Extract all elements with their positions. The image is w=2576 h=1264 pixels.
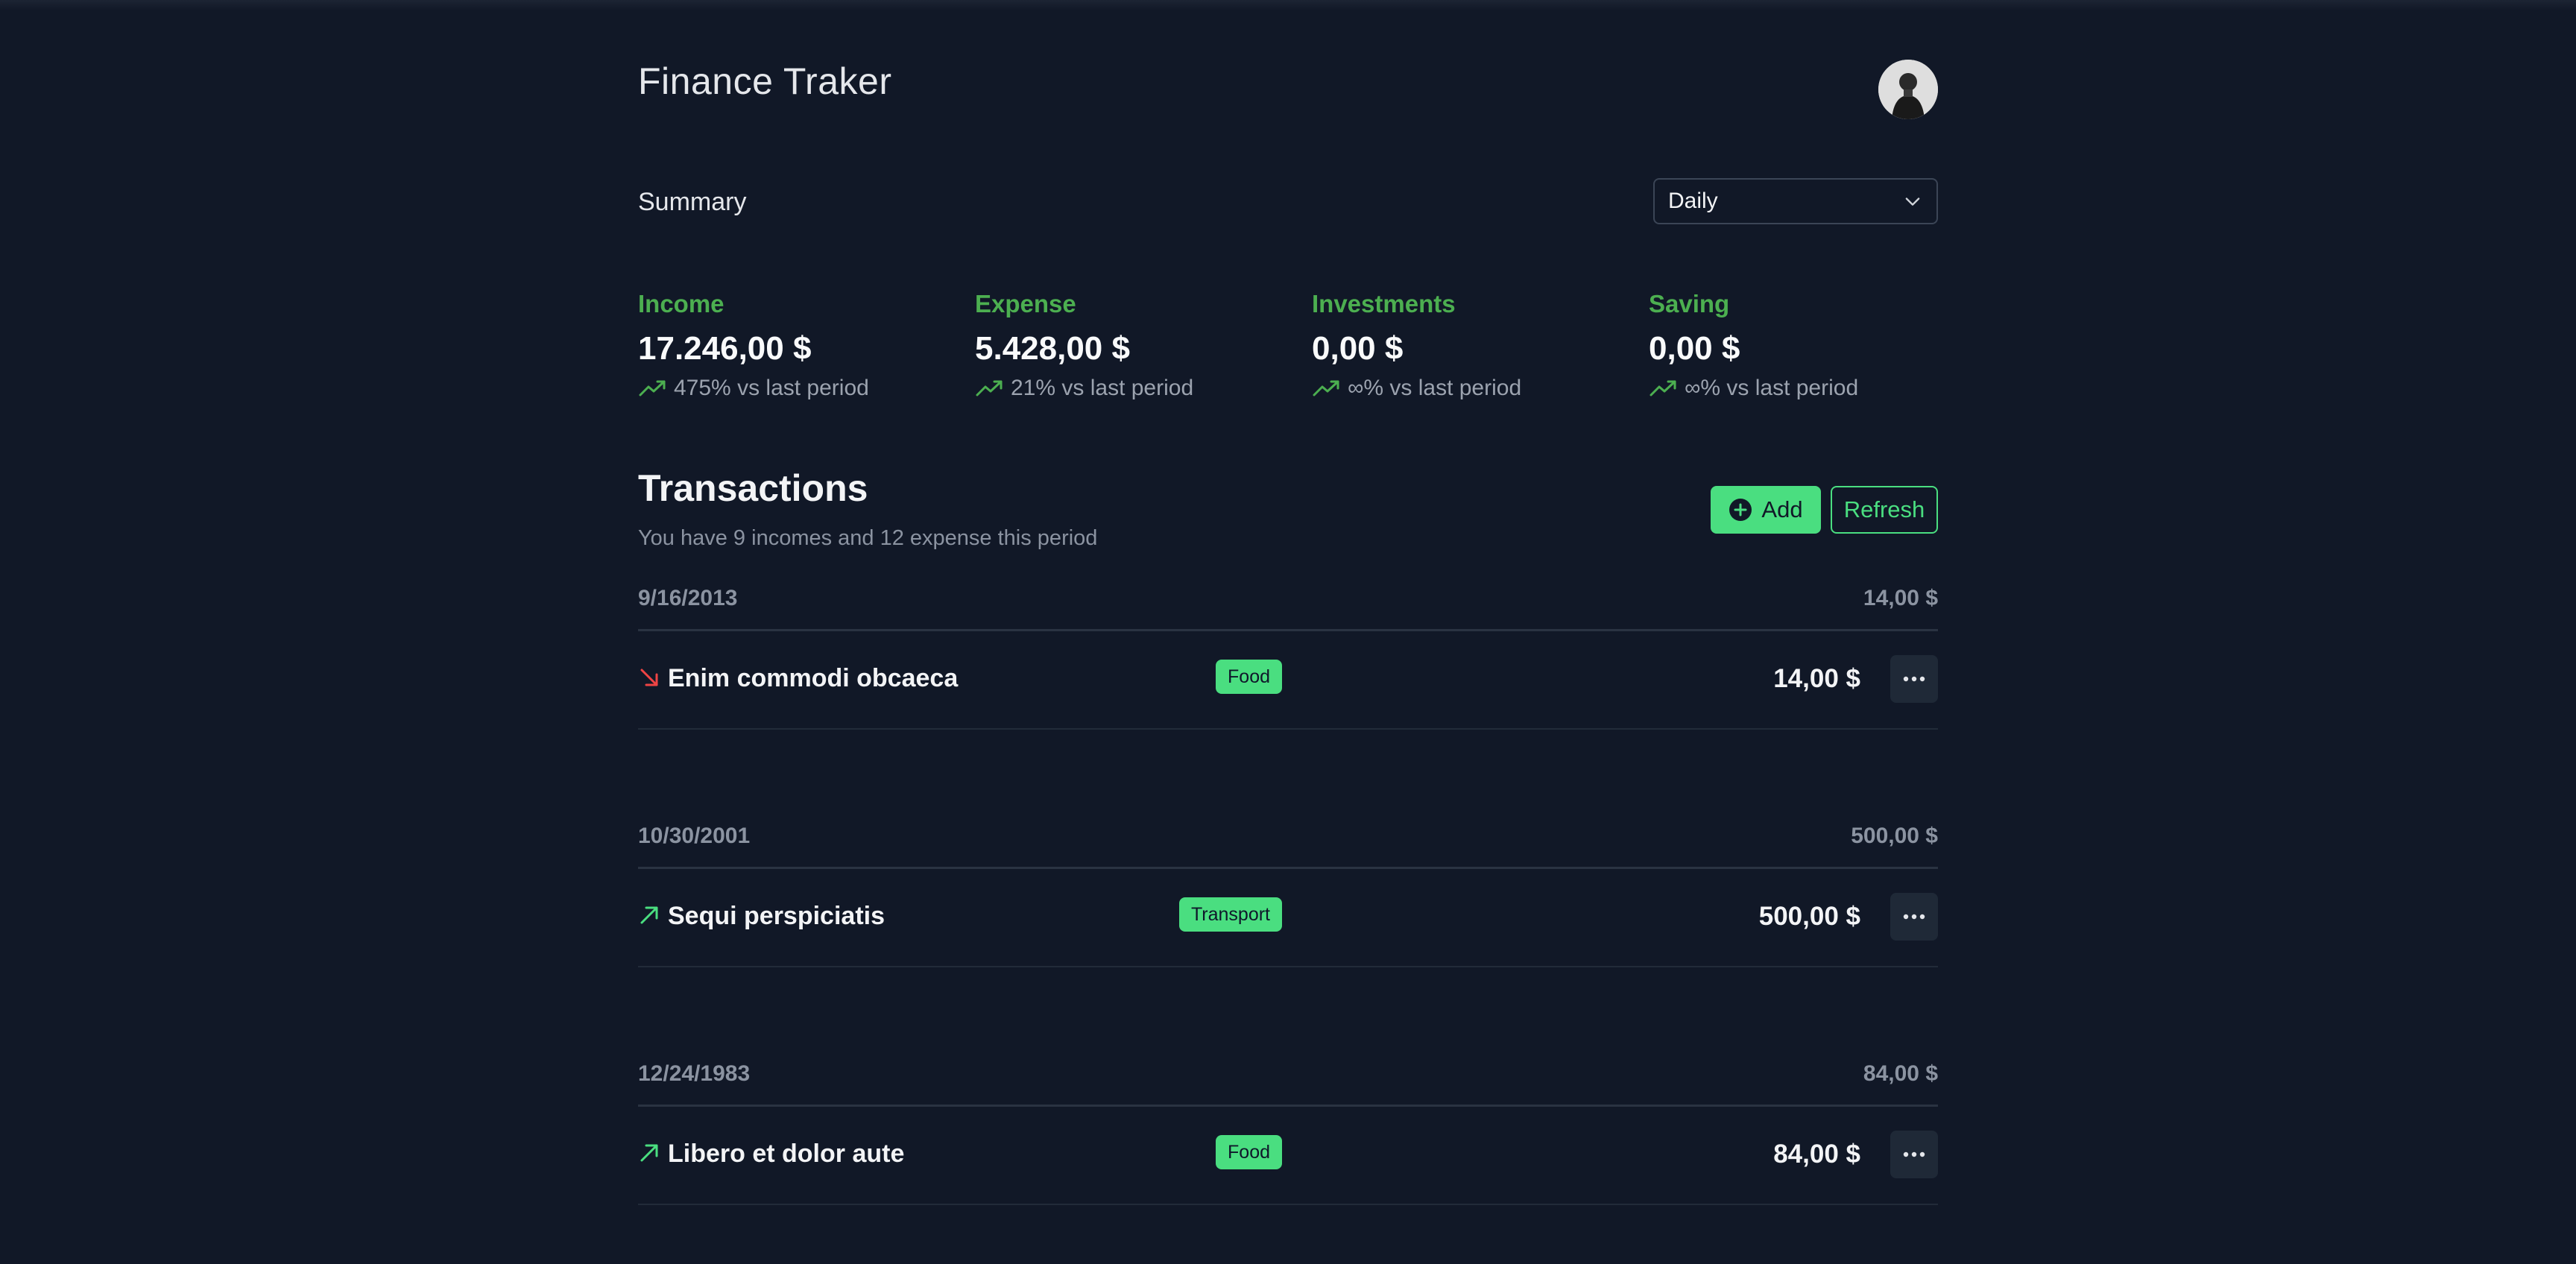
trending-up-icon bbox=[976, 380, 1003, 396]
stat-value: 17.246,00 $ bbox=[638, 330, 812, 367]
stat-saving: Saving 0,00 $ ∞% vs last period bbox=[1649, 289, 1962, 402]
stat-label: Saving bbox=[1649, 290, 1730, 317]
stat-income: Income 17.246,00 $ 475% vs last period bbox=[638, 289, 951, 402]
stat-value: 0,00 $ bbox=[1312, 330, 1404, 367]
category-badge: Food bbox=[1216, 660, 1282, 694]
more-horizontal-icon bbox=[1903, 914, 1925, 920]
summary-stats: Income 17.246,00 $ 475% vs last period E… bbox=[638, 289, 1938, 408]
transaction-amount: 500,00 $ bbox=[1758, 902, 1860, 931]
user-avatar[interactable] bbox=[1878, 60, 1938, 119]
transaction-menu-button[interactable] bbox=[1890, 655, 1938, 703]
add-transaction-button[interactable]: Add bbox=[1711, 486, 1821, 534]
group-header: 10/30/2001 500,00 $ bbox=[638, 813, 1938, 869]
category-badge: Food bbox=[1216, 1135, 1282, 1169]
transactions-subtitle: You have 9 incomes and 12 expense this p… bbox=[638, 526, 1098, 550]
arrow-up-right-icon bbox=[640, 906, 658, 924]
transaction-name: Libero et dolor aute bbox=[668, 1140, 905, 1168]
stat-label: Expense bbox=[975, 290, 1076, 317]
transactions-title: Transactions bbox=[638, 467, 868, 509]
stat-change: ∞% vs last period bbox=[1649, 374, 1962, 402]
group-date: 9/16/2013 bbox=[638, 586, 738, 610]
stat-value: 0,00 $ bbox=[1649, 330, 1740, 367]
stat-change-text: ∞% vs last period bbox=[1685, 376, 1859, 400]
group-date: 10/30/2001 bbox=[638, 824, 751, 848]
add-button-label: Add bbox=[1761, 496, 1803, 522]
plus-circle-icon bbox=[1729, 499, 1752, 521]
transaction-amount: 14,00 $ bbox=[1773, 664, 1860, 693]
stat-expense: Expense 5.428,00 $ 21% vs last period bbox=[975, 289, 1288, 402]
stat-label: Investments bbox=[1312, 290, 1456, 317]
stat-change: ∞% vs last period bbox=[1312, 374, 1625, 402]
trending-up-icon bbox=[1650, 380, 1676, 396]
app-title: Finance Traker bbox=[638, 60, 892, 102]
stat-change-text: 475% vs last period bbox=[674, 376, 869, 400]
group-total: 500,00 $ bbox=[1851, 824, 1938, 848]
arrow-up-right-icon bbox=[640, 1144, 658, 1162]
avatar-image bbox=[1878, 60, 1938, 119]
trending-up-icon bbox=[639, 380, 666, 396]
stat-change: 21% vs last period bbox=[975, 374, 1288, 402]
transaction-amount: 84,00 $ bbox=[1773, 1140, 1860, 1169]
more-horizontal-icon bbox=[1903, 676, 1925, 682]
stat-change-text: ∞% vs last period bbox=[1348, 376, 1522, 400]
category-badge: Transport bbox=[1178, 897, 1282, 932]
group-header: 9/16/2013 14,00 $ bbox=[638, 575, 1938, 631]
arrow-down-right-icon bbox=[640, 669, 658, 686]
chevron-down-icon bbox=[1905, 197, 1920, 206]
trending-up-icon bbox=[1313, 380, 1339, 396]
transaction-group: 9/16/2013 14,00 $ Enim commodi obcaeca F… bbox=[638, 575, 1938, 730]
group-total: 14,00 $ bbox=[1863, 586, 1938, 610]
transaction-group: 12/24/1983 84,00 $ Libero et dolor aute … bbox=[638, 1051, 1938, 1205]
transaction-name: Sequi perspiciatis bbox=[668, 902, 885, 930]
stat-label: Income bbox=[638, 290, 724, 317]
more-horizontal-icon bbox=[1903, 1151, 1925, 1157]
page: Finance Traker Summary Daily Income 17.2… bbox=[0, 0, 2576, 1264]
stat-change-text: 21% vs last period bbox=[1011, 376, 1194, 400]
transaction-menu-button[interactable] bbox=[1890, 893, 1938, 941]
period-select-value: Daily bbox=[1668, 189, 1718, 213]
stat-value: 5.428,00 $ bbox=[975, 330, 1130, 367]
transaction-row[interactable]: Libero et dolor aute Food 84,00 $ bbox=[638, 1107, 1938, 1205]
stat-investments: Investments 0,00 $ ∞% vs last period bbox=[1312, 289, 1625, 402]
transaction-row[interactable]: Enim commodi obcaeca Food 14,00 $ bbox=[638, 631, 1938, 730]
stat-change: 475% vs last period bbox=[638, 374, 951, 402]
transaction-row[interactable]: Sequi perspiciatis Transport 500,00 $ bbox=[638, 869, 1938, 967]
summary-title: Summary bbox=[638, 188, 747, 216]
transaction-name: Enim commodi obcaeca bbox=[668, 664, 959, 692]
refresh-button-label: Refresh bbox=[1843, 496, 1925, 522]
group-total: 84,00 $ bbox=[1863, 1061, 1938, 1086]
period-select[interactable]: Daily bbox=[1653, 178, 1938, 224]
group-date: 12/24/1983 bbox=[638, 1061, 751, 1086]
group-header: 12/24/1983 84,00 $ bbox=[638, 1051, 1938, 1107]
transaction-menu-button[interactable] bbox=[1890, 1131, 1938, 1178]
refresh-button[interactable]: Refresh bbox=[1831, 486, 1938, 534]
transaction-group: 10/30/2001 500,00 $ Sequi perspiciatis T… bbox=[638, 813, 1938, 967]
